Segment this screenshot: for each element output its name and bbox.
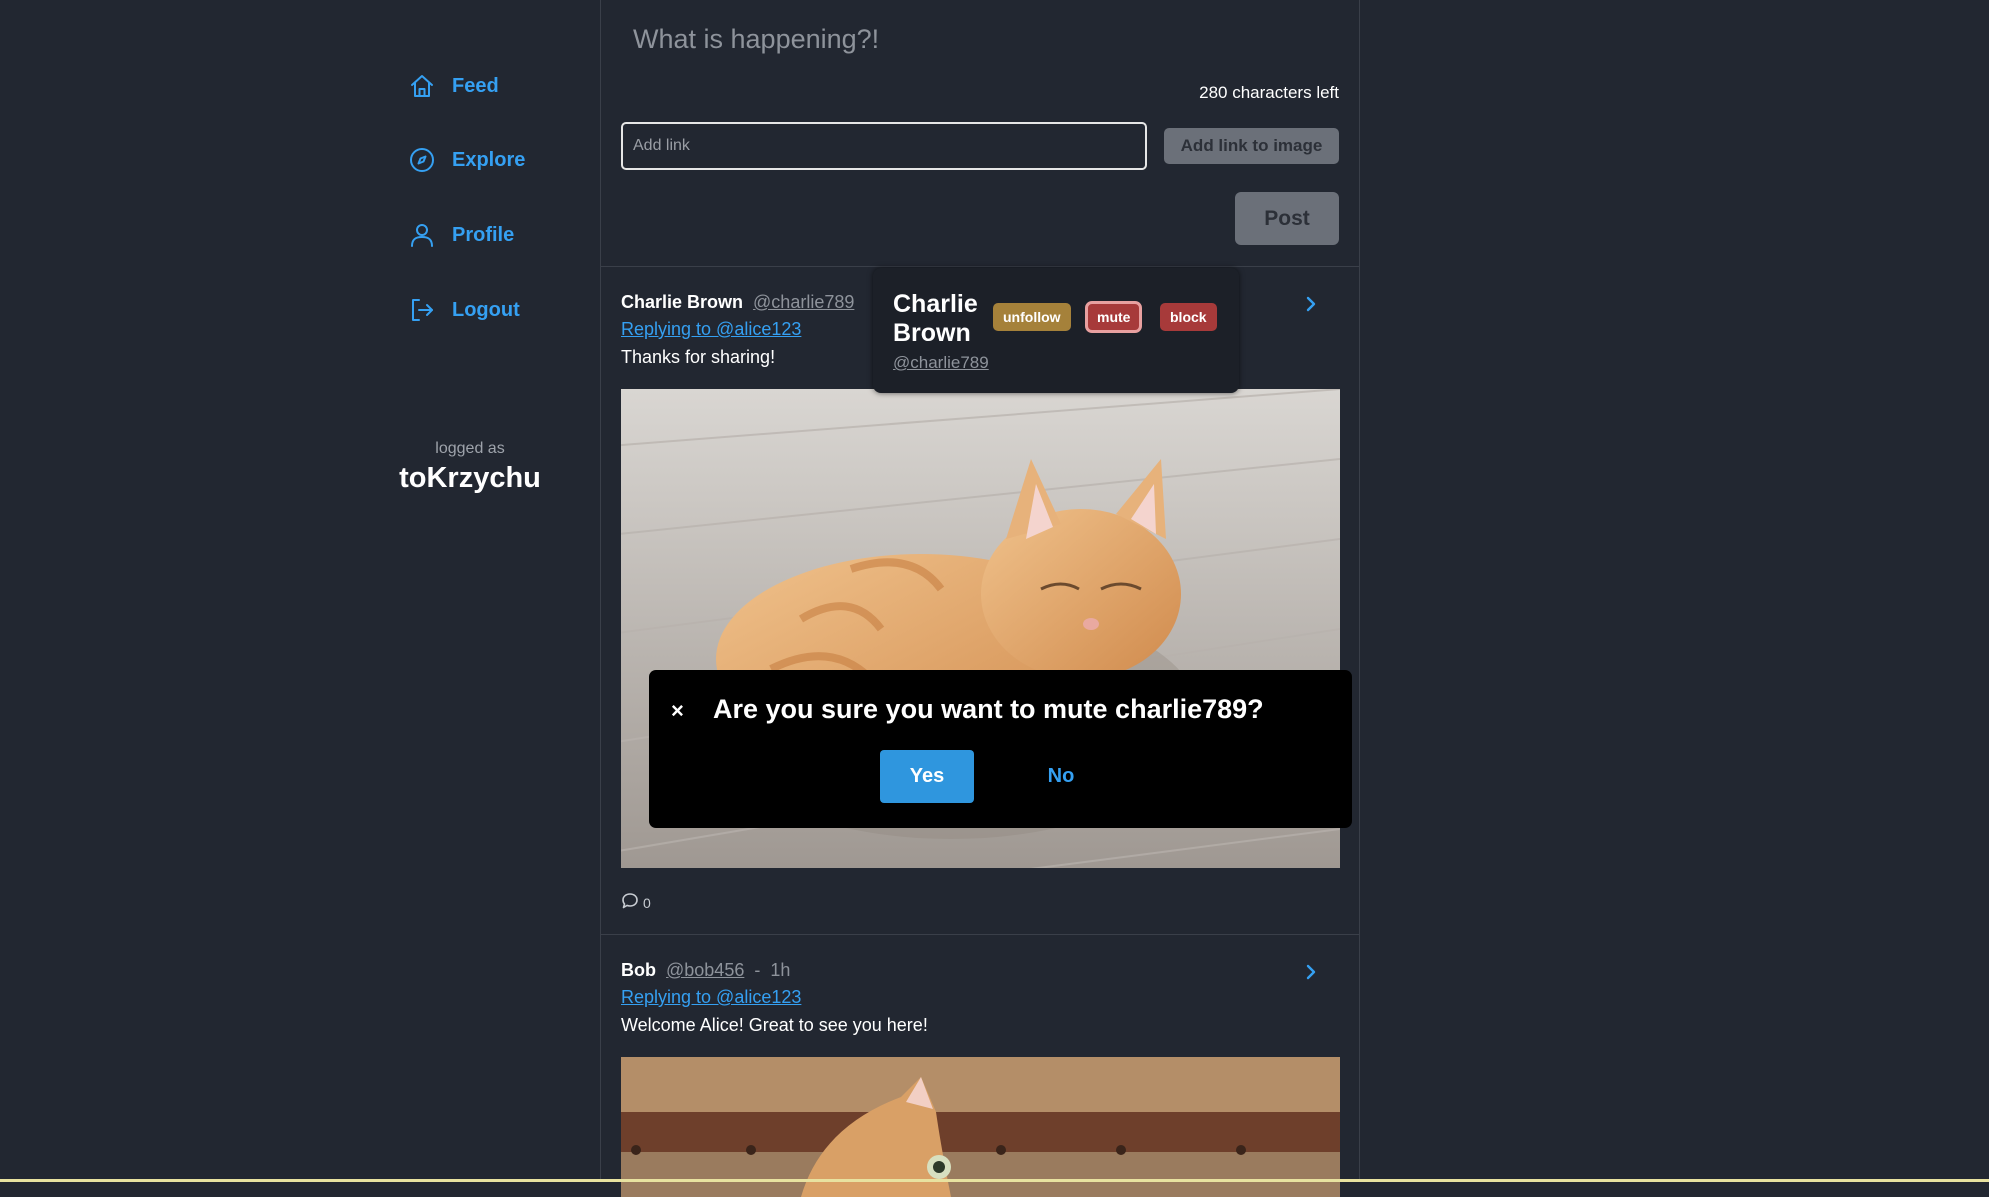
replying-to-link[interactable]: Replying to @alice123 [621,987,801,1008]
post-text: Welcome Alice! Great to see you here! [621,1015,928,1035]
character-counter: 280 characters left [1199,83,1339,102]
separator: - [754,960,761,980]
sidebar-item-label: Explore [452,148,526,171]
sidebar-item-logout[interactable]: Logout [408,296,520,324]
logged-in-info: logged as toKrzychu [380,440,560,495]
mute-button[interactable]: mute [1084,301,1143,333]
post-header: Charlie Brown @charlie789 [621,292,854,313]
author-handle[interactable]: @bob456 [666,960,744,981]
author-handle[interactable]: @charlie789 [753,292,854,313]
hover-card-name: Charlie Brown [893,290,978,347]
dialog-message: Are you sure you want to mute charlie789… [713,694,1264,724]
composer: 280 characters left Add link to image Po… [601,0,1359,267]
post-time: 1h [770,960,791,980]
profile-hover-card: Charlie Brown @charlie789 unfollow mute … [873,268,1239,393]
logout-icon [408,296,436,324]
block-button[interactable]: block [1160,303,1217,331]
unfollow-button[interactable]: unfollow [993,303,1071,331]
close-icon[interactable]: × [671,698,684,724]
logged-caption: logged as [435,440,505,457]
sidebar-item-explore[interactable]: Explore [408,146,525,174]
sidebar-item-label: Profile [452,223,515,246]
sidebar-item-label: Feed [452,74,499,97]
sidebar: Feed Explore Profile Logout logged as to… [380,0,600,1182]
main-column: 280 characters left Add link to image Po… [600,0,1360,1197]
post-text: Thanks for sharing! [621,347,776,367]
user-icon [408,221,436,249]
chevron-right-icon[interactable] [1301,292,1321,316]
reply-button[interactable]: 0 [621,892,651,913]
mute-confirm-dialog: × Are you sure you want to mute charlie7… [649,670,1352,828]
logged-username: toKrzychu [399,462,541,494]
home-icon [408,72,436,100]
sidebar-item-feed[interactable]: Feed [408,72,499,100]
post-image[interactable] [621,1057,1340,1197]
add-link-to-image-button[interactable]: Add link to image [1164,128,1339,164]
reply-count: 0 [643,894,651,911]
compose-input[interactable] [631,18,1325,60]
post: Bob @bob456 - 1h Replying to @alice123 W… [601,934,1359,1197]
add-link-input[interactable] [621,122,1147,170]
compass-icon [408,146,436,174]
author-name[interactable]: Charlie Brown [621,292,743,313]
author-name[interactable]: Bob [621,960,656,981]
no-button[interactable]: No [1014,750,1108,803]
yes-button[interactable]: Yes [880,750,974,803]
sidebar-item-label: Logout [452,298,520,321]
replying-to-link[interactable]: Replying to @alice123 [621,319,801,340]
chevron-right-icon[interactable] [1301,960,1321,984]
post-button[interactable]: Post [1235,192,1339,245]
post-header: Bob @bob456 - 1h [621,960,790,981]
sidebar-item-profile[interactable]: Profile [408,221,514,249]
hover-card-handle[interactable]: @charlie789 [893,353,989,373]
comment-icon [621,892,639,913]
